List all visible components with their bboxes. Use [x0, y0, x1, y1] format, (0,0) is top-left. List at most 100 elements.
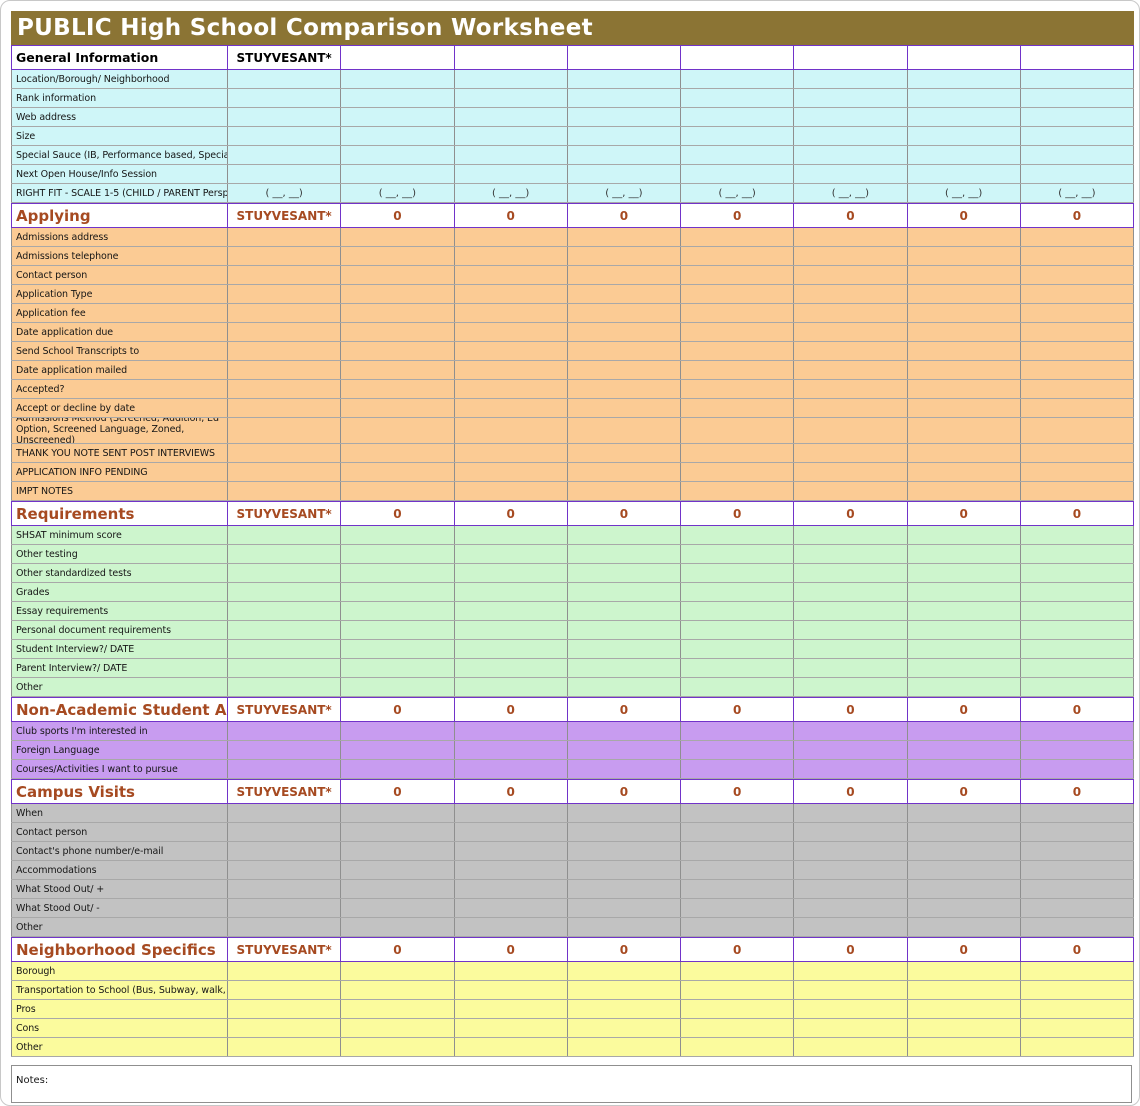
worksheet-cell[interactable] — [228, 1038, 341, 1056]
worksheet-cell[interactable] — [1021, 899, 1134, 917]
worksheet-cell[interactable] — [568, 842, 681, 860]
worksheet-cell[interactable] — [794, 678, 907, 696]
worksheet-cell[interactable] — [341, 146, 454, 164]
worksheet-cell[interactable] — [568, 640, 681, 658]
worksheet-cell[interactable] — [228, 861, 341, 879]
worksheet-cell[interactable] — [681, 564, 794, 582]
worksheet-cell[interactable] — [228, 127, 341, 145]
worksheet-cell[interactable] — [455, 880, 568, 898]
worksheet-cell[interactable] — [568, 247, 681, 265]
worksheet-cell[interactable] — [341, 70, 454, 88]
school-column-header[interactable]: 0 — [681, 204, 794, 227]
worksheet-cell[interactable] — [1021, 678, 1134, 696]
school-column-header[interactable]: 0 — [1021, 204, 1134, 227]
worksheet-cell[interactable] — [568, 583, 681, 601]
worksheet-cell[interactable] — [794, 361, 907, 379]
school-column-header[interactable]: 0 — [794, 780, 907, 803]
worksheet-cell[interactable] — [228, 463, 341, 481]
worksheet-cell[interactable] — [794, 399, 907, 417]
worksheet-cell[interactable] — [455, 760, 568, 778]
school-column-header[interactable]: 0 — [341, 780, 454, 803]
worksheet-cell[interactable] — [568, 678, 681, 696]
worksheet-cell[interactable] — [1021, 861, 1134, 879]
worksheet-cell[interactable] — [794, 146, 907, 164]
worksheet-cell[interactable] — [908, 918, 1021, 936]
school-column-header[interactable]: 0 — [1021, 938, 1134, 961]
worksheet-cell[interactable] — [1021, 526, 1134, 544]
worksheet-cell[interactable] — [455, 918, 568, 936]
school-name-header[interactable]: STUYVESANT* — [228, 780, 341, 803]
worksheet-cell[interactable] — [908, 285, 1021, 303]
worksheet-cell[interactable] — [455, 108, 568, 126]
worksheet-cell[interactable] — [228, 545, 341, 563]
worksheet-cell[interactable] — [228, 678, 341, 696]
worksheet-cell[interactable] — [228, 981, 341, 999]
worksheet-cell[interactable] — [228, 228, 341, 246]
worksheet-cell[interactable]: ( __, __) — [908, 184, 1021, 202]
worksheet-cell[interactable] — [908, 146, 1021, 164]
worksheet-cell[interactable] — [341, 380, 454, 398]
school-name-header[interactable]: STUYVESANT* — [228, 204, 341, 227]
worksheet-cell[interactable] — [1021, 444, 1134, 462]
worksheet-cell[interactable] — [341, 722, 454, 740]
worksheet-cell[interactable] — [681, 89, 794, 107]
worksheet-cell[interactable] — [908, 361, 1021, 379]
worksheet-cell[interactable] — [455, 463, 568, 481]
worksheet-cell[interactable] — [568, 380, 681, 398]
worksheet-cell[interactable] — [1021, 266, 1134, 284]
worksheet-cell[interactable] — [794, 659, 907, 677]
worksheet-cell[interactable] — [681, 640, 794, 658]
worksheet-cell[interactable] — [681, 823, 794, 841]
worksheet-cell[interactable] — [568, 760, 681, 778]
worksheet-cell[interactable] — [681, 323, 794, 341]
school-column-header[interactable]: 0 — [568, 780, 681, 803]
worksheet-cell[interactable] — [908, 304, 1021, 322]
worksheet-cell[interactable] — [455, 361, 568, 379]
worksheet-cell[interactable] — [794, 880, 907, 898]
worksheet-cell[interactable] — [568, 526, 681, 544]
worksheet-cell[interactable] — [908, 266, 1021, 284]
worksheet-cell[interactable] — [228, 444, 341, 462]
worksheet-cell[interactable] — [341, 842, 454, 860]
worksheet-cell[interactable] — [681, 361, 794, 379]
worksheet-cell[interactable] — [568, 146, 681, 164]
worksheet-cell[interactable] — [341, 108, 454, 126]
worksheet-cell[interactable] — [568, 108, 681, 126]
worksheet-cell[interactable] — [568, 361, 681, 379]
worksheet-cell[interactable] — [681, 418, 794, 443]
worksheet-cell[interactable] — [228, 146, 341, 164]
worksheet-cell[interactable] — [568, 304, 681, 322]
worksheet-cell[interactable] — [455, 342, 568, 360]
worksheet-cell[interactable] — [681, 659, 794, 677]
worksheet-cell[interactable]: ( __, __) — [455, 184, 568, 202]
worksheet-cell[interactable] — [1021, 659, 1134, 677]
worksheet-cell[interactable] — [228, 640, 341, 658]
worksheet-cell[interactable] — [908, 1038, 1021, 1056]
worksheet-cell[interactable] — [794, 722, 907, 740]
worksheet-cell[interactable] — [341, 1000, 454, 1018]
worksheet-cell[interactable] — [794, 70, 907, 88]
worksheet-cell[interactable] — [681, 804, 794, 822]
school-column-header[interactable]: 0 — [908, 938, 1021, 961]
worksheet-cell[interactable] — [455, 861, 568, 879]
worksheet-cell[interactable] — [794, 602, 907, 620]
worksheet-cell[interactable] — [568, 1000, 681, 1018]
worksheet-cell[interactable] — [681, 228, 794, 246]
worksheet-cell[interactable] — [681, 285, 794, 303]
worksheet-cell[interactable] — [341, 1019, 454, 1037]
school-name-header[interactable]: STUYVESANT* — [228, 46, 341, 69]
worksheet-cell[interactable] — [794, 89, 907, 107]
worksheet-cell[interactable] — [681, 1038, 794, 1056]
school-column-header[interactable]: 0 — [794, 698, 907, 721]
worksheet-cell[interactable] — [908, 463, 1021, 481]
school-column-header[interactable] — [681, 46, 794, 69]
worksheet-cell[interactable] — [228, 899, 341, 917]
worksheet-cell[interactable] — [228, 482, 341, 500]
worksheet-cell[interactable] — [228, 399, 341, 417]
worksheet-cell[interactable] — [794, 1000, 907, 1018]
worksheet-cell[interactable] — [341, 918, 454, 936]
worksheet-cell[interactable] — [1021, 89, 1134, 107]
worksheet-cell[interactable] — [681, 1000, 794, 1018]
worksheet-cell[interactable] — [455, 444, 568, 462]
school-column-header[interactable] — [568, 46, 681, 69]
